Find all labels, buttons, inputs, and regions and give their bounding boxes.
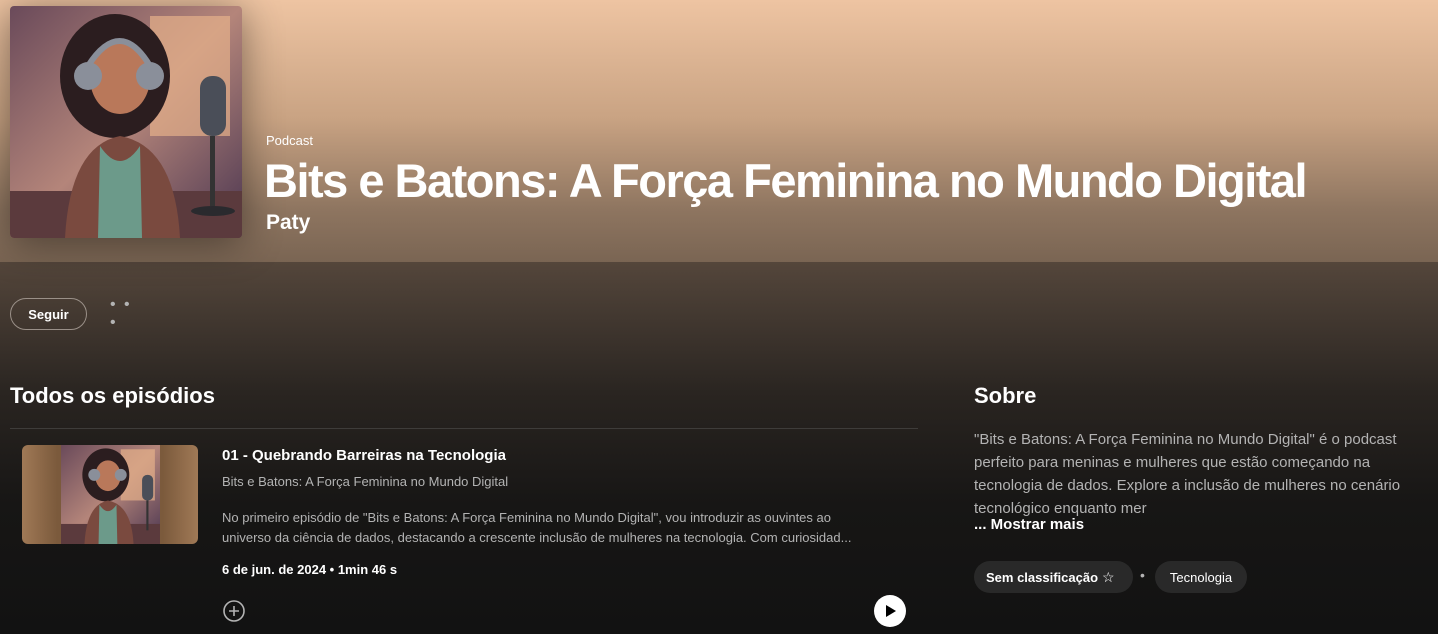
separator-dot: •	[1140, 567, 1145, 583]
play-icon[interactable]	[874, 595, 906, 627]
episodes-section-title: Todos os episódios	[10, 383, 215, 408]
category-label: Tecnologia	[1169, 569, 1233, 585]
divider	[10, 428, 918, 429]
episode-description-line: universo da ciência de dados, destacando…	[222, 530, 852, 545]
episode-date-duration: 6 de jun. de 2024 • 1min 46 s	[222, 562, 398, 577]
podcast-cover-image	[10, 6, 242, 238]
add-circle-icon[interactable]	[222, 599, 246, 623]
show-more-link[interactable]: ... Mostrar mais	[974, 516, 1084, 533]
episode-description: No primeiro episódio de "Bits e Batons: …	[222, 508, 902, 548]
episode-description-line: No primeiro episódio de "Bits e Batons: …	[222, 510, 831, 525]
episode-show-name[interactable]: Bits e Batons: A Força Feminina no Mundo…	[222, 474, 508, 489]
content-type-label: Podcast	[266, 133, 313, 148]
follow-button[interactable]: Seguir	[10, 298, 87, 330]
rating-label: Sem classificação	[986, 569, 1099, 585]
star-outline-icon: ☆	[1102, 568, 1115, 585]
about-description: "Bits e Batons: A Força Feminina no Mund…	[974, 431, 1401, 517]
rating-chip[interactable]: Sem classificação ☆	[974, 561, 1133, 593]
episode-title[interactable]: 01 - Quebrando Barreiras na Tecnologia	[222, 447, 506, 464]
about-section-title: Sobre	[974, 383, 1037, 408]
podcast-author[interactable]: Paty	[266, 211, 310, 235]
episode-thumbnail[interactable]	[22, 445, 198, 544]
more-options-icon[interactable]: • • •	[110, 296, 144, 331]
podcast-title: Bits e Batons: A Força Feminina no Mundo…	[264, 154, 1308, 207]
category-chip[interactable]: Tecnologia	[1155, 561, 1247, 593]
